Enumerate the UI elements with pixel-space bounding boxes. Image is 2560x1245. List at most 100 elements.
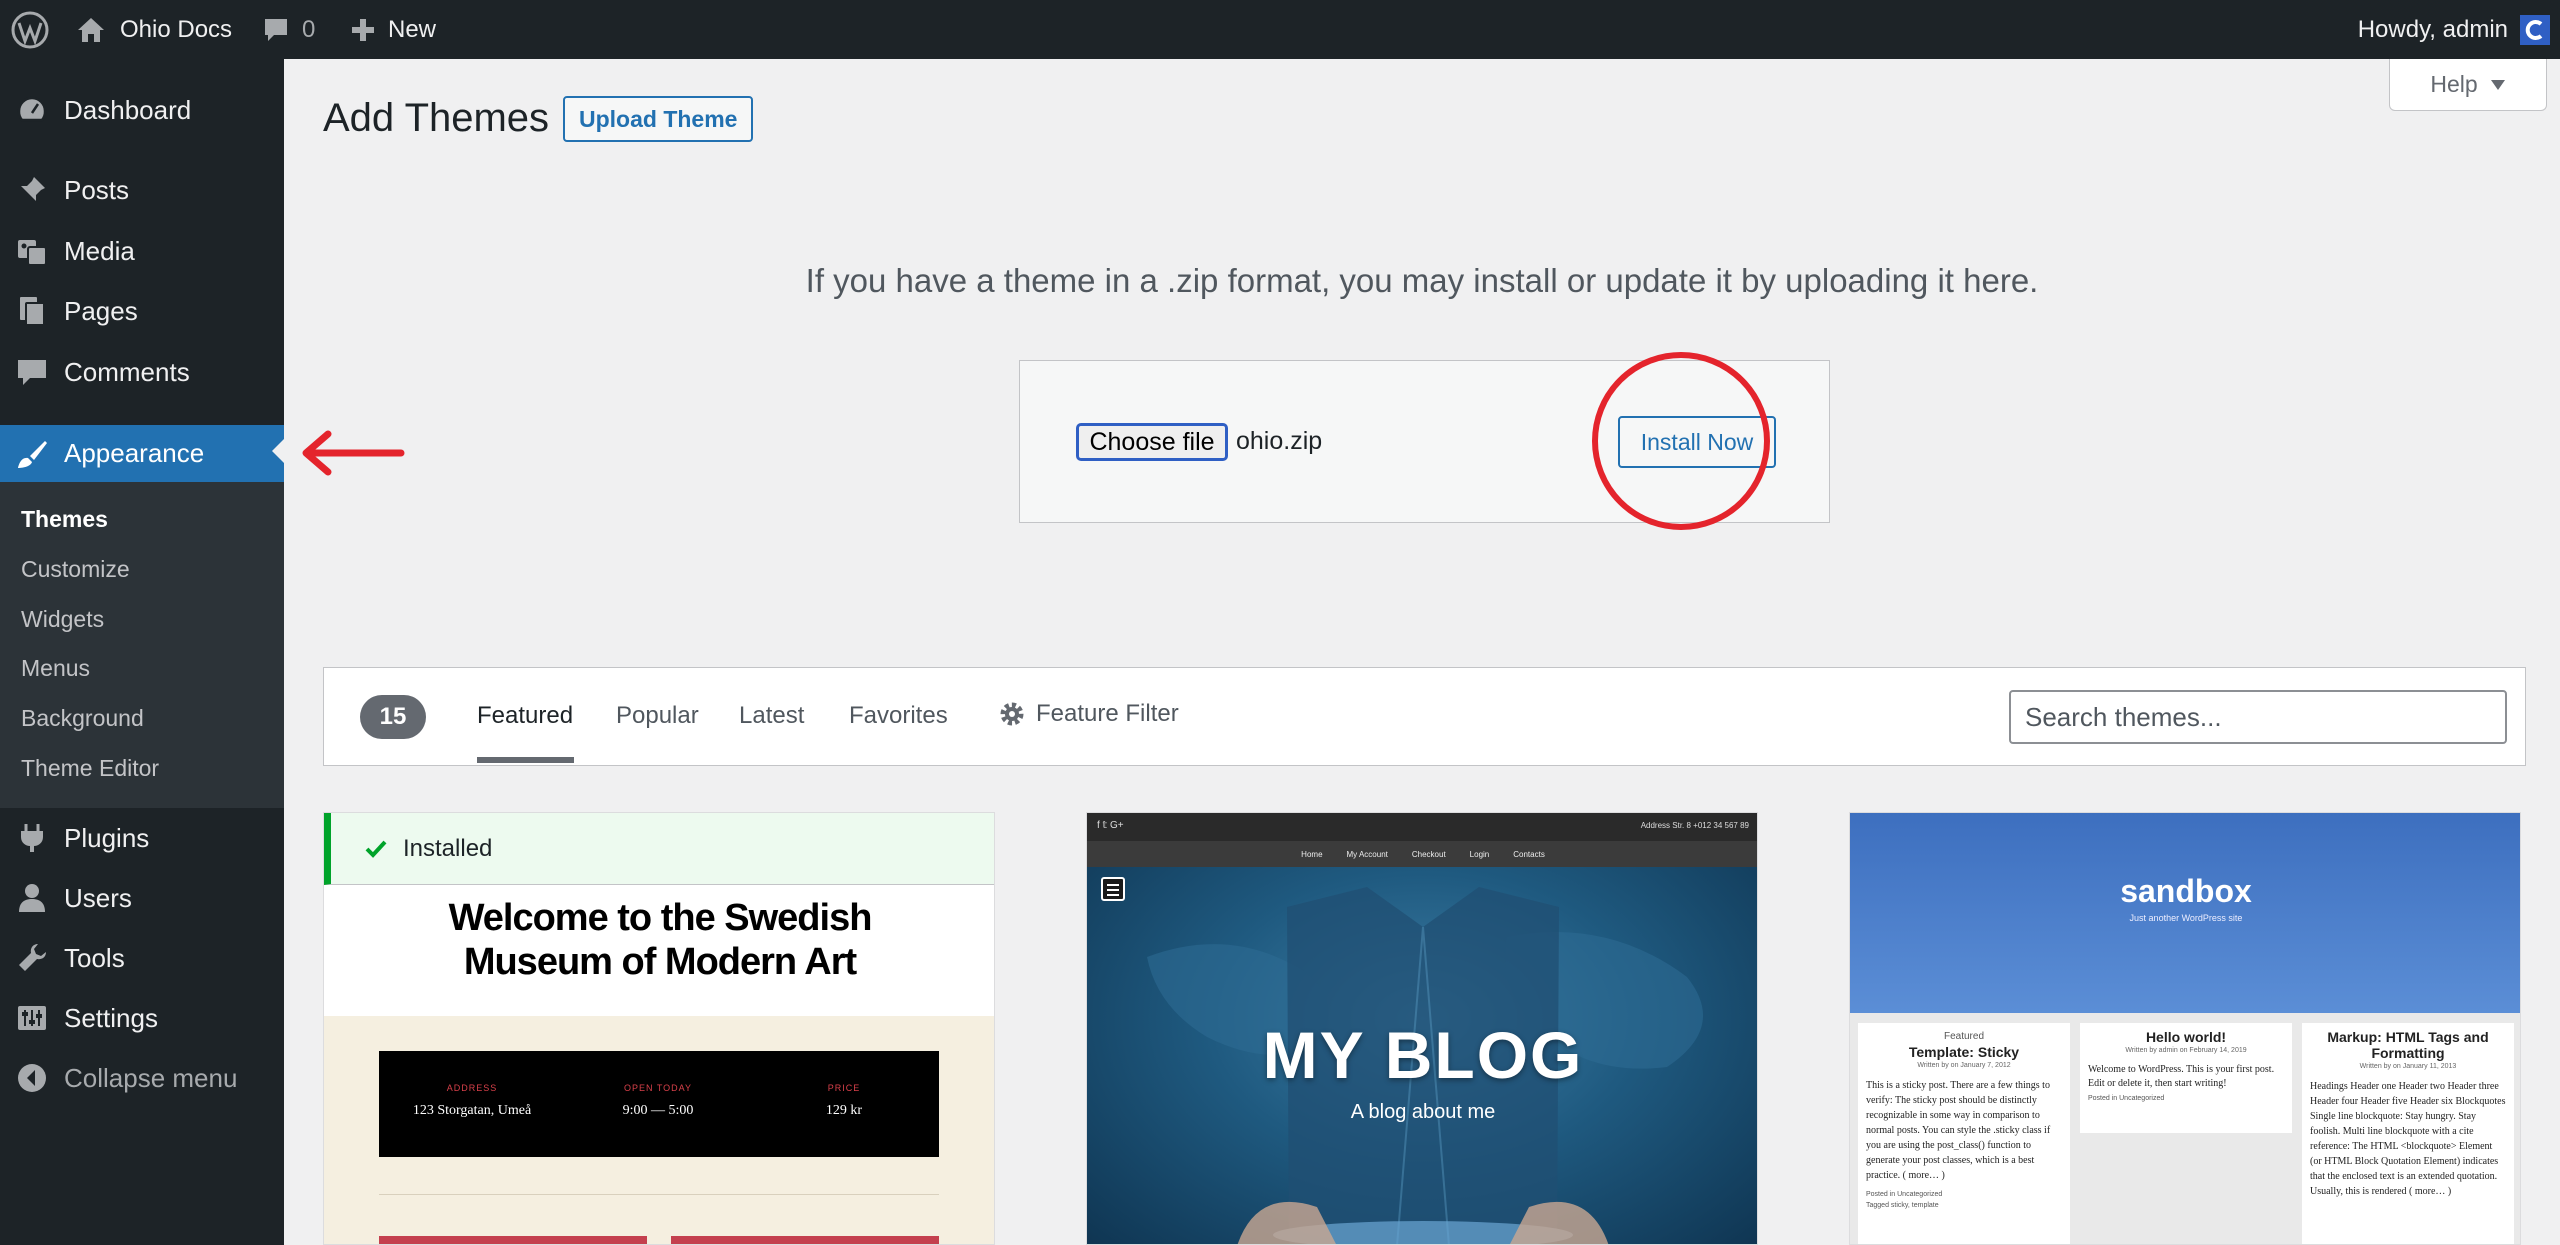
menu-toggle-icon (1101, 877, 1125, 901)
sandbox-content: Featured Template: Sticky Written by on … (1850, 1013, 2520, 1244)
sidebar-item-appearance[interactable]: Appearance (0, 425, 284, 482)
tab-latest[interactable]: Latest (739, 702, 804, 730)
pin-icon (18, 177, 45, 204)
nav-item: My Account (1346, 849, 1388, 859)
submenu-item-customize[interactable]: Customize (21, 556, 130, 583)
social-icons: f 𝕥 G+ (1097, 820, 1124, 831)
wrench-icon (19, 944, 46, 971)
my-account-link[interactable]: Howdy, admin (2358, 0, 2550, 59)
theme-count-badge: 15 (360, 695, 426, 739)
plugin-icon (21, 824, 43, 852)
sandbox-post-hello: Hello world! Written by admin on Februar… (2080, 1023, 2292, 1133)
contact-info: Address Str. 8 +012 34 567 89 (1640, 821, 1749, 830)
installed-notice: Installed (324, 813, 994, 885)
sidebar-item-settings[interactable]: Settings (0, 992, 284, 1044)
theme-preview-headline: Welcome to the Swedish Museum of Modern … (448, 897, 873, 983)
sidebar-item-label: Comments (64, 356, 190, 387)
comments-link[interactable]: 0 (262, 0, 315, 59)
help-tab[interactable]: Help (2389, 59, 2547, 111)
installed-label: Installed (403, 834, 493, 862)
sidebar-item-label: Collapse menu (64, 1062, 238, 1093)
theme-card-installed[interactable]: Installed Welcome to the Swedish Museum … (323, 812, 995, 1245)
feature-filter-button[interactable]: Feature Filter (998, 700, 1179, 728)
selected-file-name: ohio.zip (1236, 427, 1323, 455)
blog-hero: MY BLOG A blog about me (1087, 867, 1757, 1244)
submenu-item-widgets[interactable]: Widgets (21, 606, 104, 633)
info-price: PRICE 129 kr (825, 1083, 863, 1118)
collapse-menu-button[interactable]: Collapse menu (0, 1052, 284, 1104)
sidebar-item-label: Users (64, 882, 132, 913)
sandbox-post-markup: Markup: HTML Tags and Formatting Written… (2302, 1023, 2514, 1244)
sidebar-item-label: Settings (64, 1002, 158, 1033)
sidebar-item-label: Dashboard (64, 94, 192, 125)
annotation-circle (1592, 352, 1770, 530)
sidebar-item-label: Media (64, 235, 135, 266)
users-icon (19, 884, 45, 912)
sandbox-post-sticky: Featured Template: Sticky Written by on … (1858, 1023, 2070, 1244)
sidebar-item-pages[interactable]: Pages (0, 285, 284, 337)
dashboard-icon (17, 96, 47, 122)
theme-card-sandbox[interactable]: sandbox Just another WordPress site Feat… (1849, 812, 2521, 1245)
new-content-link[interactable]: New (350, 0, 436, 59)
sidebar-item-tools[interactable]: Tools (0, 932, 284, 984)
active-tab-indicator (477, 757, 574, 763)
divider (379, 1194, 939, 1195)
sidebar-item-plugins[interactable]: Plugins (0, 812, 284, 864)
tab-favorites[interactable]: Favorites (849, 702, 948, 730)
media-icon (18, 240, 47, 266)
preview-block (379, 1236, 647, 1244)
sidebar-item-label: Appearance (64, 438, 205, 468)
annotation-arrow-icon (302, 430, 405, 476)
pages-icon (20, 297, 45, 326)
nav-item: Home (1301, 849, 1323, 859)
museum-info-strip: ADDRESS 123 Storgatan, Umeå OPEN TODAY 9… (379, 1051, 939, 1157)
blog-title: MY BLOG (1262, 1018, 1584, 1092)
sidebar-item-posts[interactable]: Posts (0, 164, 284, 216)
avatar (2520, 14, 2550, 45)
sidebar-item-label: Pages (64, 295, 138, 326)
nav-item: Checkout (1411, 849, 1446, 859)
submenu-item-themes[interactable]: Themes (21, 506, 108, 533)
comments-count: 0 (302, 15, 316, 43)
plus-icon (352, 18, 374, 41)
page-title: Add Themes (323, 96, 550, 140)
info-address: ADDRESS 123 Storgatan, Umeå (412, 1083, 532, 1118)
collapse-icon (18, 1064, 46, 1092)
sandbox-header: sandbox Just another WordPress site (1850, 813, 2520, 1013)
sidebar-item-comments[interactable]: Comments (0, 346, 284, 398)
theme-card-my-blog[interactable]: f 𝕥 G+ Address Str. 8 +012 34 567 89 Hom… (1086, 812, 1758, 1245)
gear-icon (1000, 702, 1024, 726)
greeting: Howdy, admin (2357, 15, 2508, 43)
theme-topbar: f 𝕥 G+ Address Str. 8 +012 34 567 89 (1087, 813, 1757, 841)
tab-featured[interactable]: Featured (477, 702, 573, 730)
settings-icon (18, 1006, 46, 1030)
submenu-item-menus[interactable]: Menus (21, 655, 90, 682)
info-hours: OPEN TODAY 9:00 — 5:00 (622, 1083, 694, 1118)
upload-theme-button[interactable]: Upload Theme (563, 96, 754, 142)
comments-icon (18, 360, 46, 385)
sidebar-item-users[interactable]: Users (0, 872, 284, 924)
submenu-item-theme-editor[interactable]: Theme Editor (21, 755, 159, 782)
site-name-link[interactable]: Ohio Docs (76, 0, 232, 59)
checkmark-icon (365, 840, 387, 858)
submenu-item-background[interactable]: Background (21, 705, 144, 732)
search-themes-input[interactable] (2009, 690, 2507, 744)
sidebar-item-label: Tools (64, 942, 125, 973)
upload-description: If you have a theme in a .zip format, yo… (805, 262, 2039, 299)
theme-filter-bar: 15 Featured Popular Latest Favorites Fea… (323, 667, 2526, 766)
feature-filter-label: Feature Filter (1036, 700, 1179, 727)
nav-item: Contacts (1513, 849, 1545, 859)
preview-block (671, 1236, 939, 1244)
theme-nav: Home My Account Checkout Login Contacts (1087, 841, 1757, 867)
tab-popular[interactable]: Popular (616, 702, 699, 730)
sidebar-item-media[interactable]: Media (0, 225, 284, 277)
wordpress-logo-icon[interactable] (10, 0, 50, 59)
theme-preview-body: ADDRESS 123 Storgatan, Umeå OPEN TODAY 9… (324, 1016, 994, 1244)
caret-down-icon (2490, 79, 2505, 90)
sidebar-item-dashboard[interactable]: Dashboard (0, 84, 284, 136)
choose-file-button[interactable]: Choose file (1076, 423, 1228, 461)
sidebar-item-label: Plugins (64, 822, 150, 853)
home-icon (78, 17, 104, 42)
sandbox-tagline: Just another WordPress site (2129, 913, 2243, 923)
admin-bar: Ohio Docs 0 New Howdy, admin (0, 0, 2560, 59)
